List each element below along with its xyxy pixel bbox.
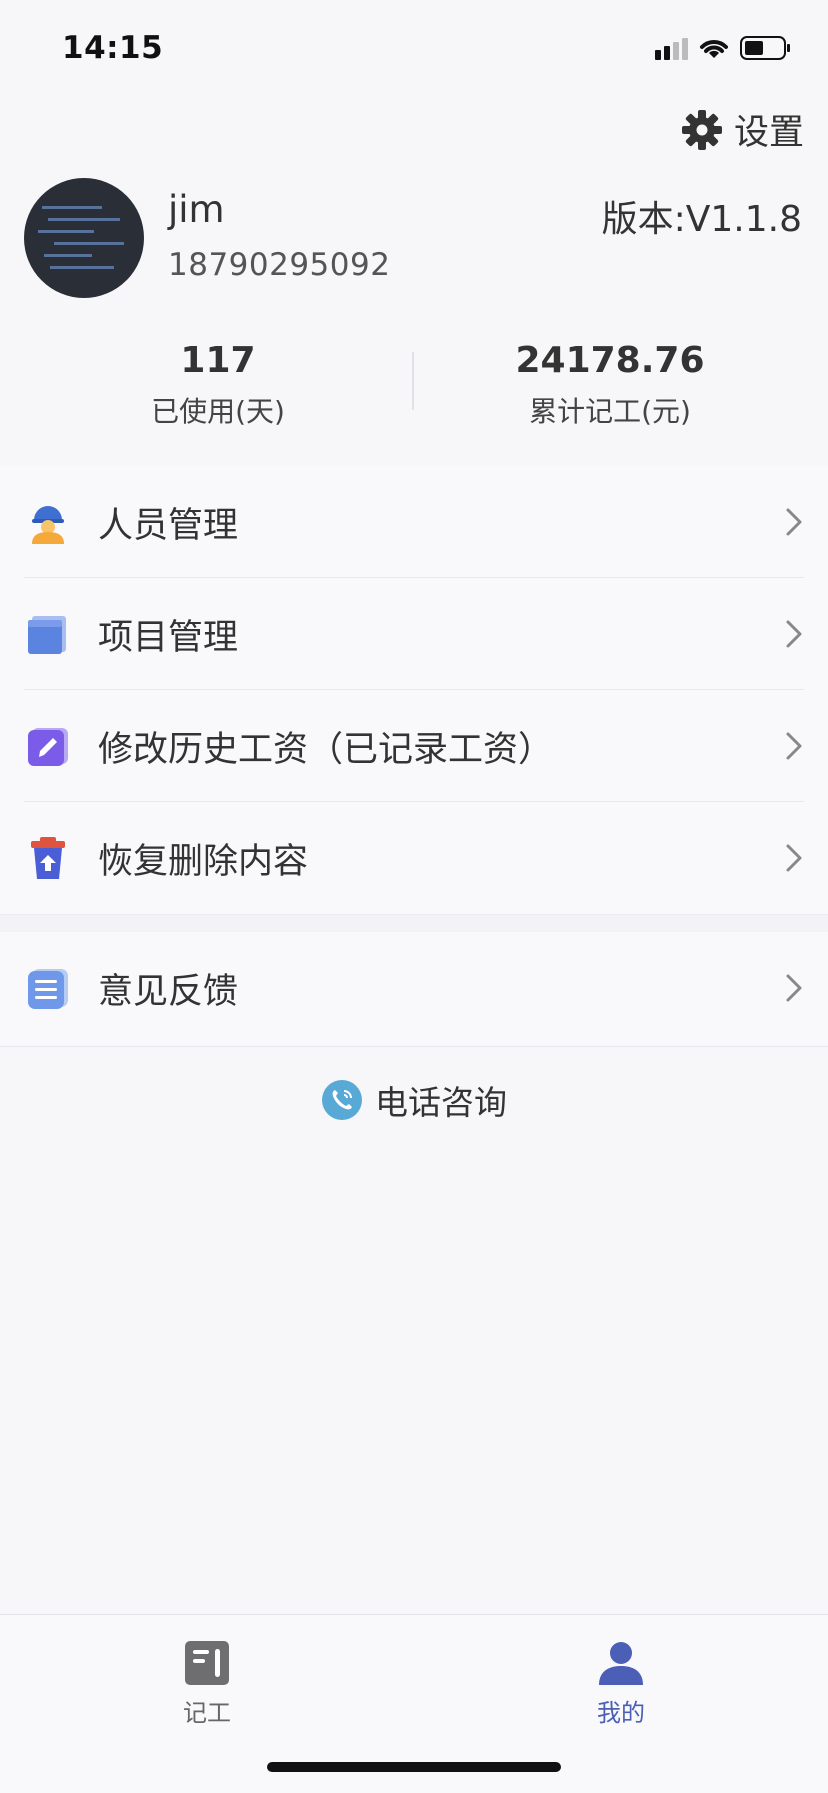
menu-item-label: 意见反馈 [98, 971, 239, 1012]
chevron-right-icon [786, 844, 802, 872]
stat-value: 24178.76 [515, 340, 705, 381]
menu-group: 意见反馈 [0, 932, 828, 1044]
group-separator [0, 914, 828, 934]
worker-helmet-icon [32, 506, 64, 544]
chevron-right-icon [786, 508, 802, 536]
phone-call-icon [322, 1080, 362, 1120]
tab-label: 我的 [597, 1699, 645, 1727]
menu-item-label: 修改历史工资（已记录工资） [98, 729, 554, 770]
avatar[interactable] [24, 178, 144, 298]
avatar-code-line [54, 242, 124, 245]
menu-item-feedback[interactable]: 意见反馈 [0, 932, 828, 1044]
phone-consult-button[interactable]: 电话咨询 [0, 1076, 828, 1124]
menu-item-staff-management[interactable]: 人员管理 [0, 466, 828, 578]
tab-mine[interactable]: 我的 [561, 1639, 681, 1728]
user-phone: 18790295092 [168, 247, 391, 283]
phone-consult-label: 电话咨询 [375, 1083, 507, 1122]
divider [0, 1046, 828, 1047]
stat-label: 累计记工(元) [529, 395, 691, 428]
status-time: 14:15 [62, 30, 164, 66]
menu-item-restore-deleted[interactable]: 恢复删除内容 [0, 802, 828, 914]
menu-item-label: 项目管理 [98, 617, 239, 658]
app-version: 版本:V1.1.8 [601, 199, 802, 240]
battery-icon [740, 36, 790, 60]
avatar-code-line [44, 254, 92, 257]
avatar-code-line [38, 230, 94, 233]
stat-divider [412, 352, 414, 410]
stat-days-used: 117 已使用(天) [68, 338, 368, 430]
stat-label: 已使用(天) [151, 395, 285, 428]
stat-total-wages: 24178.76 累计记工(元) [460, 338, 760, 430]
menu-item-project-management[interactable]: 项目管理 [0, 578, 828, 690]
tab-record-work[interactable]: 记工 [147, 1639, 267, 1728]
menu-item-edit-wage-history[interactable]: 修改历史工资（已记录工资） [0, 690, 828, 802]
wifi-icon [700, 40, 728, 58]
status-bar: 14:15 [0, 0, 828, 100]
settings-label: 设置 [733, 113, 804, 153]
avatar-code-line [42, 206, 102, 209]
stat-value: 117 [180, 340, 256, 381]
edit-pencil-icon [28, 728, 68, 766]
user-name: jim [168, 188, 225, 231]
chevron-right-icon [786, 620, 802, 648]
gear-icon [681, 109, 722, 150]
tab-label: 记工 [183, 1699, 231, 1727]
avatar-code-line [48, 218, 120, 221]
feedback-list-icon [28, 969, 68, 1009]
folder-icon [28, 616, 66, 654]
signal-icon [655, 38, 688, 60]
menu-item-label: 人员管理 [98, 505, 239, 546]
record-work-icon [185, 1641, 229, 1685]
home-indicator [267, 1762, 561, 1772]
menu-item-label: 恢复删除内容 [98, 841, 309, 882]
user-profile-icon [599, 1642, 643, 1685]
chevron-right-icon [786, 974, 802, 1002]
avatar-code-line [50, 266, 114, 269]
menu-group: 人员管理 项目管理 修改历史工资（已记录工资） 恢复删除内容 [0, 466, 828, 914]
restore-bin-icon [31, 837, 65, 879]
chevron-right-icon [786, 732, 802, 760]
settings-button[interactable]: 设置 [680, 104, 804, 155]
